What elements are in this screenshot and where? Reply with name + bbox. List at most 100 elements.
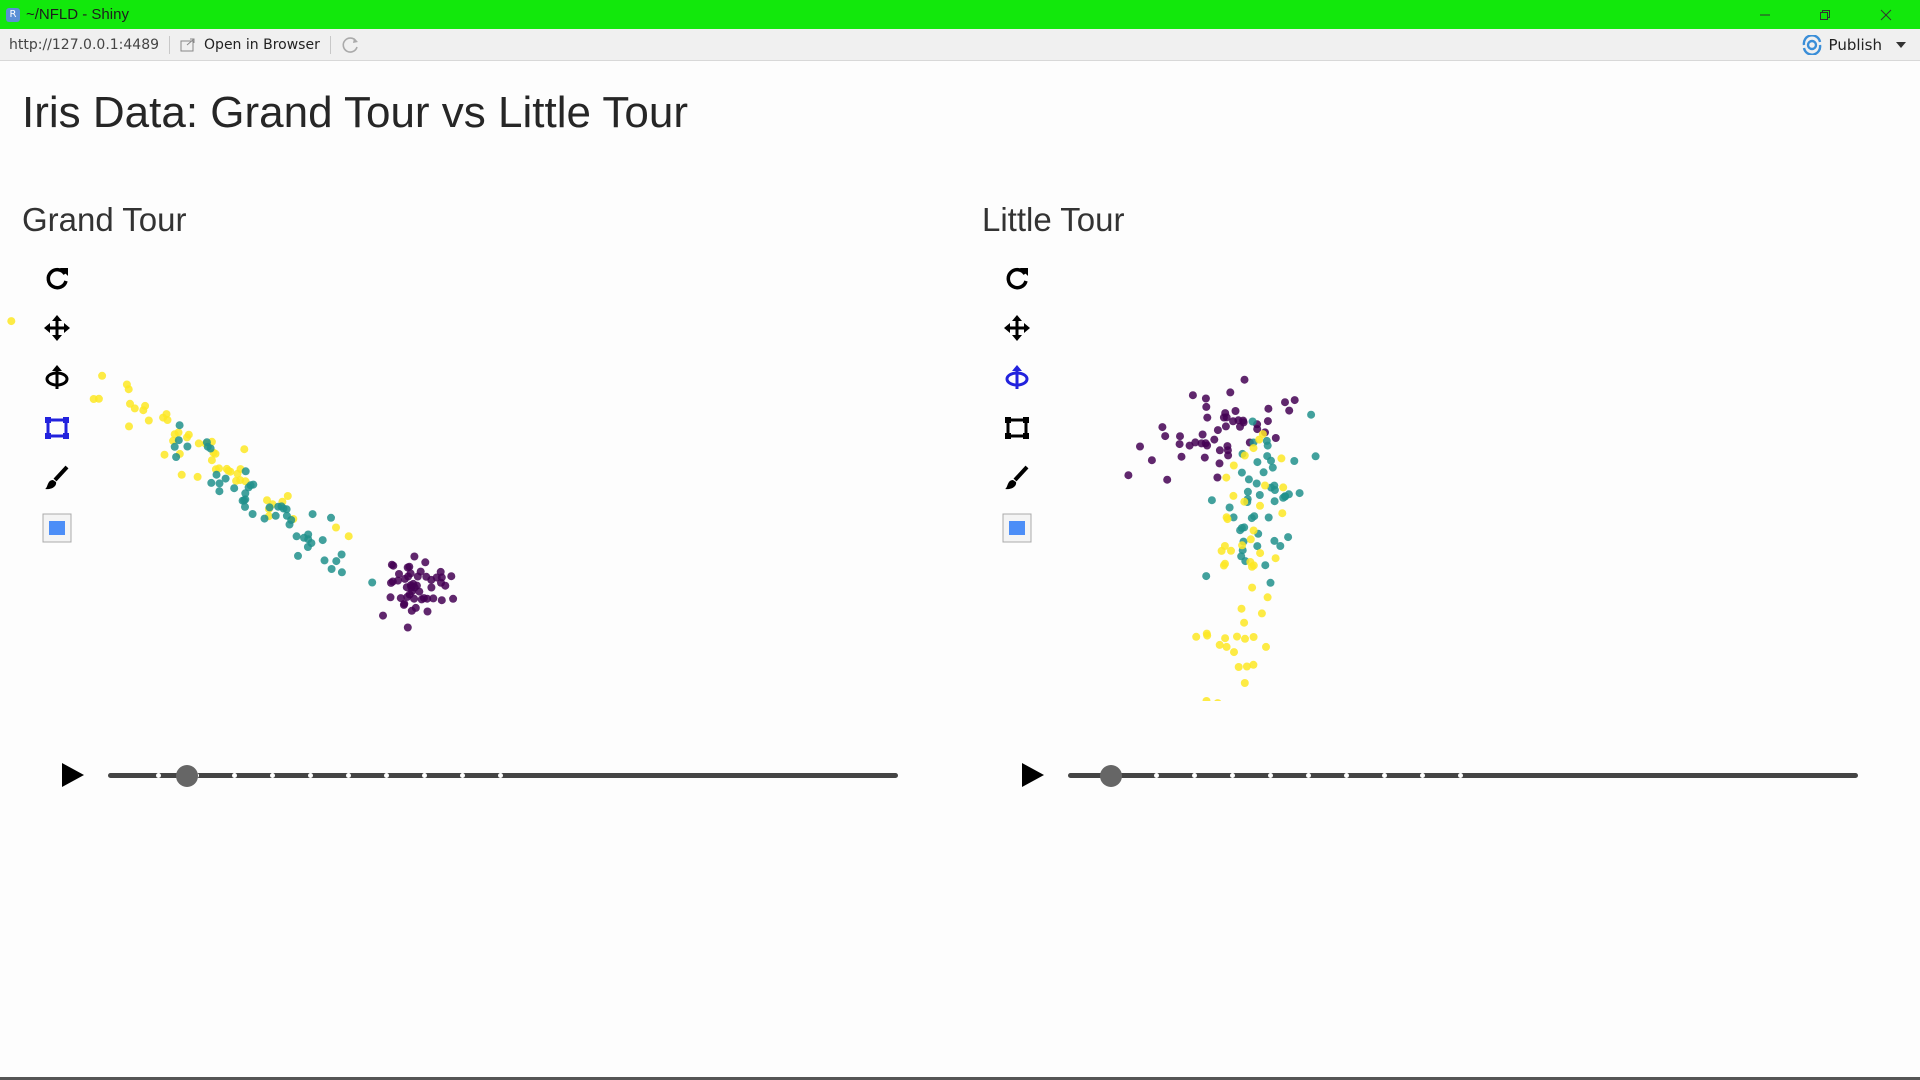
data-point	[1268, 463, 1277, 472]
slider-tick	[346, 773, 351, 778]
color-swatch-icon	[1002, 513, 1032, 543]
data-point	[1248, 417, 1257, 426]
slider-thumb[interactable]	[1100, 765, 1123, 787]
data-point	[1230, 648, 1238, 657]
data-point	[1263, 593, 1272, 602]
minimize-icon	[1760, 14, 1770, 15]
data-point	[1248, 562, 1256, 571]
data-point	[320, 556, 329, 565]
data-point	[174, 436, 183, 445]
slider-tick	[308, 773, 313, 778]
scatter-plot[interactable]	[0, 181, 940, 701]
data-point	[1270, 497, 1279, 506]
pan-button[interactable]	[40, 311, 74, 345]
data-point	[1311, 452, 1320, 461]
data-point	[1215, 446, 1224, 455]
data-point	[1261, 481, 1269, 490]
data-point	[427, 575, 436, 584]
data-point	[337, 550, 346, 559]
publish-button[interactable]: Publish	[1801, 29, 1906, 61]
data-point	[282, 505, 291, 514]
data-point	[1213, 473, 1222, 482]
data-point	[1136, 442, 1144, 451]
pan-button[interactable]	[1000, 311, 1034, 345]
play-icon[interactable]	[58, 759, 88, 791]
data-point	[1249, 444, 1258, 453]
color-button[interactable]	[1000, 511, 1034, 545]
data-point	[399, 600, 408, 609]
restore-button[interactable]	[1795, 0, 1855, 29]
tour-slider[interactable]	[108, 773, 898, 778]
slider-thumb[interactable]	[176, 765, 198, 787]
data-point	[1233, 632, 1241, 641]
rotate-button[interactable]	[40, 361, 74, 395]
refresh-icon[interactable]	[341, 35, 361, 55]
data-point	[327, 513, 335, 522]
reset-icon	[1006, 267, 1028, 290]
data-point	[1241, 634, 1249, 643]
close-button[interactable]	[1856, 0, 1916, 29]
data-point	[403, 592, 412, 601]
data-point	[332, 557, 341, 566]
data-point	[1307, 410, 1316, 419]
select-box-button[interactable]	[40, 411, 74, 445]
url-text[interactable]: http://127.0.0.1:4489	[9, 37, 159, 53]
data-point	[1240, 497, 1249, 506]
data-point	[1261, 561, 1270, 570]
data-point	[417, 595, 426, 604]
data-point	[1248, 583, 1257, 592]
data-point	[221, 474, 230, 483]
data-point	[1163, 475, 1172, 484]
data-point	[1249, 633, 1258, 641]
data-point	[1203, 413, 1212, 422]
data-point	[139, 406, 148, 415]
chevron-down-icon[interactable]	[1896, 42, 1906, 48]
data-point	[1223, 515, 1232, 524]
data-point	[1203, 631, 1212, 640]
play-icon[interactable]	[1018, 759, 1048, 791]
data-point	[436, 567, 445, 576]
data-point	[160, 450, 169, 459]
data-point	[183, 442, 192, 451]
window-titlebar: R ~/NFLD - Shiny	[0, 0, 1920, 29]
data-point	[1201, 394, 1210, 403]
open-in-browser-button[interactable]: Open in Browser	[180, 37, 320, 53]
brush-button[interactable]	[1000, 461, 1034, 495]
data-point	[416, 567, 425, 576]
data-point	[1201, 439, 1210, 448]
data-point	[1147, 456, 1156, 465]
slider-tick	[1382, 773, 1387, 778]
data-point	[1290, 457, 1299, 465]
rotate-icon	[45, 365, 69, 389]
data-point	[1240, 451, 1249, 460]
data-point	[1271, 554, 1280, 563]
tour-controls	[50, 751, 900, 801]
data-point	[1277, 454, 1286, 463]
data-point	[1210, 435, 1219, 444]
data-point	[175, 421, 184, 430]
data-point	[1185, 441, 1194, 450]
data-point	[410, 594, 419, 603]
reset-button[interactable]	[40, 261, 74, 295]
select-box-button[interactable]	[1000, 411, 1034, 445]
data-point	[1246, 535, 1255, 544]
data-point	[1284, 533, 1293, 542]
brush-button[interactable]	[40, 461, 74, 495]
data-point	[423, 607, 432, 616]
minimize-button[interactable]	[1735, 0, 1795, 29]
color-button[interactable]	[40, 511, 74, 545]
data-point	[429, 594, 438, 603]
data-point	[1255, 435, 1264, 444]
data-point	[1253, 542, 1262, 551]
data-point	[249, 480, 258, 489]
data-point	[207, 456, 216, 465]
scatter-plot[interactable]	[960, 181, 1900, 701]
data-point	[327, 565, 336, 573]
rotate-button[interactable]	[1000, 361, 1034, 395]
data-point	[212, 470, 221, 479]
data-point	[303, 543, 312, 551]
data-point	[1262, 642, 1270, 651]
reset-button[interactable]	[1000, 261, 1034, 295]
tour-slider[interactable]	[1068, 773, 1858, 778]
tour-controls	[1010, 751, 1860, 801]
